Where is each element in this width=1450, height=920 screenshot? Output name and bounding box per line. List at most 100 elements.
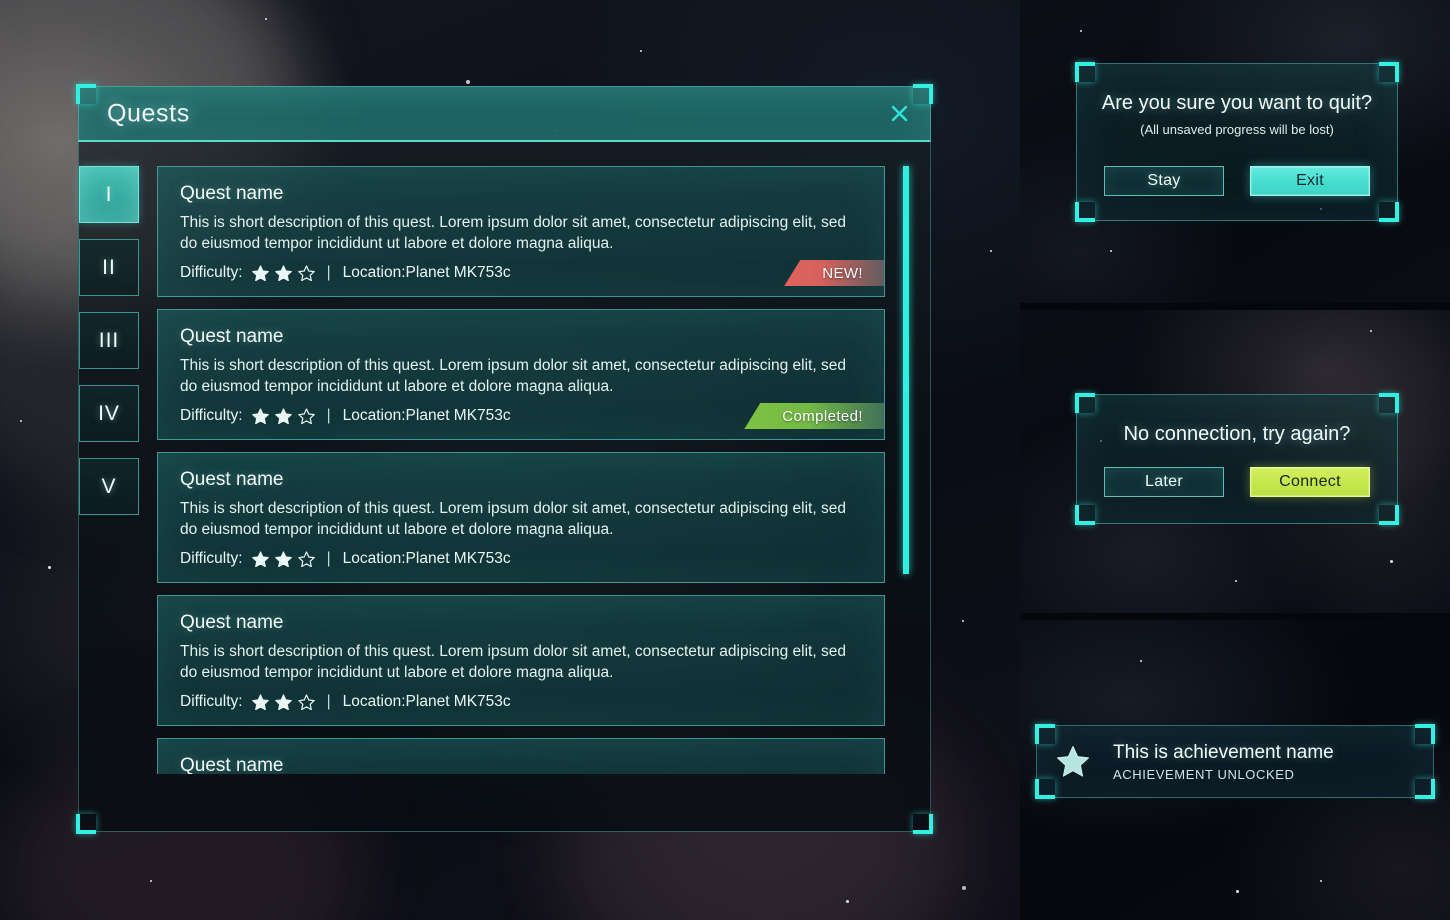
- quit-dialog-subtitle: (All unsaved progress will be lost): [1140, 122, 1334, 137]
- quest-tab-5[interactable]: V: [79, 458, 139, 515]
- exit-button[interactable]: Exit: [1250, 166, 1370, 196]
- location-label: Location:: [342, 264, 406, 281]
- quest-meta: Difficulty: | Location: Planet MK753c: [180, 693, 862, 711]
- difficulty-stars: [251, 551, 315, 567]
- difficulty-label: Difficulty:: [180, 264, 243, 281]
- corner-bracket-bottom-left: [1035, 779, 1055, 799]
- quest-description: This is short description of this quest.…: [180, 214, 846, 252]
- quest-card[interactable]: Quest name This is short description of t…: [157, 309, 885, 440]
- quest-name: Quest name: [180, 469, 284, 490]
- achievement-toast[interactable]: This is achievement name ACHIEVEMENT UNL…: [1035, 724, 1435, 799]
- quest-description: This is short description of this quest.…: [180, 500, 846, 538]
- quest-tab-3[interactable]: III: [79, 312, 139, 369]
- meta-separator: |: [326, 407, 331, 424]
- quit-dialog-title: Are you sure you want to quit?: [1101, 92, 1373, 114]
- quest-tab-2[interactable]: II: [79, 239, 139, 296]
- quest-tab-label: III: [98, 328, 120, 352]
- quest-card[interactable]: Quest name This is short description of t…: [157, 452, 885, 583]
- connection-dialog-actions: Later Connect: [1077, 467, 1397, 497]
- star-dot: [962, 886, 966, 890]
- star-dot: [1140, 660, 1142, 662]
- quest-tab-4[interactable]: IV: [79, 385, 139, 442]
- star-dot: [1110, 250, 1112, 252]
- quest-list-scrollbar-thumb[interactable]: [903, 166, 909, 574]
- star-dot: [1080, 30, 1082, 32]
- quest-tab-1[interactable]: I: [79, 166, 139, 223]
- difficulty-stars: [251, 265, 315, 281]
- corner-bracket-top-left: [1075, 62, 1095, 82]
- quest-name: Quest name: [180, 755, 284, 774]
- right-column: Are you sure you want to quit? (All unsa…: [1020, 0, 1450, 920]
- corner-bracket-bottom-left: [1075, 202, 1095, 222]
- quest-tab-label: IV: [98, 401, 120, 425]
- achievement-toast-text: This is achievement name ACHIEVEMENT UNL…: [1109, 742, 1334, 782]
- quest-name: Quest name: [180, 183, 284, 204]
- star-dot: [466, 80, 470, 84]
- quest-meta: Difficulty: | Location: Planet MK753c: [180, 550, 862, 568]
- stay-button[interactable]: Stay: [1104, 166, 1224, 196]
- screen-root: Quests I II III IV V Quest name This is …: [0, 0, 1450, 920]
- star-dot: [48, 566, 51, 569]
- star-dot: [1236, 890, 1239, 893]
- location-value: Planet MK753c: [405, 550, 511, 567]
- page-title: Quests: [107, 99, 190, 127]
- connection-dialog: No connection, try again? Later Connect: [1075, 393, 1399, 525]
- difficulty-stars: [251, 408, 315, 424]
- quest-name: Quest name: [180, 612, 284, 633]
- star-dot: [265, 18, 267, 20]
- quest-description: This is short description of this quest.…: [180, 357, 846, 395]
- quest-meta: Difficulty: | Location: Planet MK753c: [180, 264, 862, 282]
- meta-separator: |: [326, 550, 331, 567]
- meta-separator: |: [326, 693, 331, 710]
- difficulty-label: Difficulty:: [180, 407, 243, 424]
- star-dot: [990, 250, 992, 252]
- space-background-left: Quests I II III IV V Quest name This is …: [0, 0, 1020, 920]
- location-value: Planet MK753c: [405, 693, 511, 710]
- connect-button[interactable]: Connect: [1250, 467, 1370, 497]
- meta-separator: |: [326, 264, 331, 281]
- star-dot: [640, 50, 642, 52]
- quest-card[interactable]: Quest nameThis is short description of t…: [157, 738, 885, 774]
- quests-panel: Quests I II III IV V Quest name This is …: [76, 84, 933, 834]
- quit-dialog-pane: Are you sure you want to quit? (All unsa…: [1020, 0, 1450, 303]
- star-dot: [20, 420, 22, 422]
- connection-dialog-pane: No connection, try again? Later Connect: [1020, 310, 1450, 613]
- corner-bracket-bottom-right: [1415, 779, 1435, 799]
- quest-description: This is short description of this quest.…: [180, 643, 846, 681]
- star-dot: [846, 900, 849, 903]
- status-badge: Completed!: [744, 403, 884, 429]
- quest-list-scrollbar-track[interactable]: [903, 166, 909, 774]
- location-value: Planet MK753c: [405, 407, 511, 424]
- close-icon[interactable]: [884, 99, 914, 129]
- star-dot: [1235, 580, 1237, 582]
- status-badge: NEW!: [784, 260, 884, 286]
- location-value: Planet MK753c: [405, 264, 511, 281]
- location-label: Location:: [342, 407, 406, 424]
- star-dot: [1370, 330, 1372, 332]
- difficulty-label: Difficulty:: [180, 693, 243, 710]
- location-label: Location:: [342, 693, 406, 710]
- achievement-pane: This is achievement name ACHIEVEMENT UNL…: [1020, 620, 1450, 920]
- corner-bracket-top-right: [1415, 724, 1435, 744]
- later-button[interactable]: Later: [1104, 467, 1224, 497]
- quest-card[interactable]: Quest name This is short description of t…: [157, 166, 885, 297]
- star-icon: [1037, 745, 1109, 778]
- quests-panel-titlebar: Quests: [78, 86, 931, 142]
- quest-tab-label: V: [101, 474, 117, 498]
- quest-name: Quest name: [180, 326, 284, 347]
- quest-card[interactable]: Quest name This is short description of t…: [157, 595, 885, 726]
- quit-dialog: Are you sure you want to quit? (All unsa…: [1075, 62, 1399, 222]
- achievement-subtitle: ACHIEVEMENT UNLOCKED: [1113, 766, 1295, 782]
- corner-bracket-top-right: [1379, 62, 1399, 82]
- corner-bracket-bottom-left: [1075, 505, 1095, 525]
- quest-list[interactable]: Quest name This is short description of t…: [157, 166, 885, 774]
- difficulty-stars: [251, 694, 315, 710]
- corner-bracket-top-left: [1075, 393, 1095, 413]
- quest-tab-rail: I II III IV V: [79, 166, 139, 531]
- star-dot: [1390, 560, 1393, 563]
- star-dot: [962, 620, 964, 622]
- corner-bracket-top-right: [1379, 393, 1399, 413]
- corner-bracket-top-left: [1035, 724, 1055, 744]
- location-label: Location:: [342, 550, 406, 567]
- star-dot: [150, 880, 152, 882]
